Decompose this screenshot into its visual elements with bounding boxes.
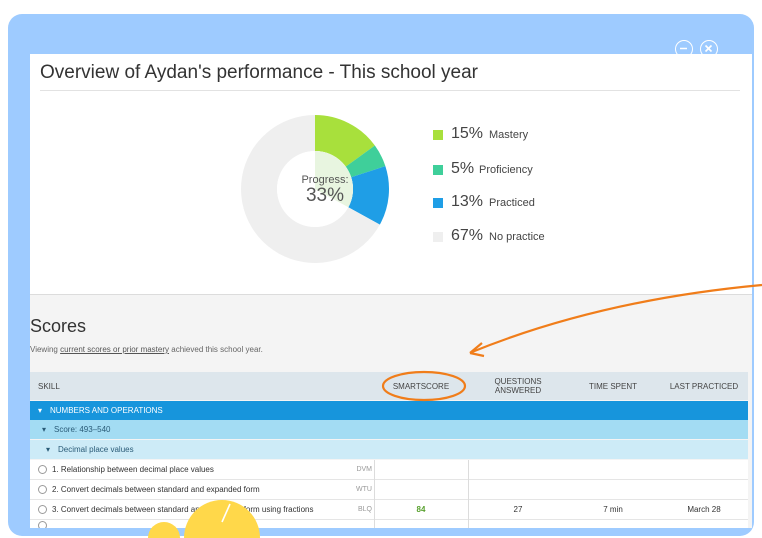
decorative-sticker-left [148, 522, 180, 538]
annotation-arrow [471, 283, 762, 354]
decorative-sticker-right [184, 500, 260, 538]
annotation-layer [148, 283, 762, 538]
smartscore-highlight-oval [381, 370, 467, 402]
